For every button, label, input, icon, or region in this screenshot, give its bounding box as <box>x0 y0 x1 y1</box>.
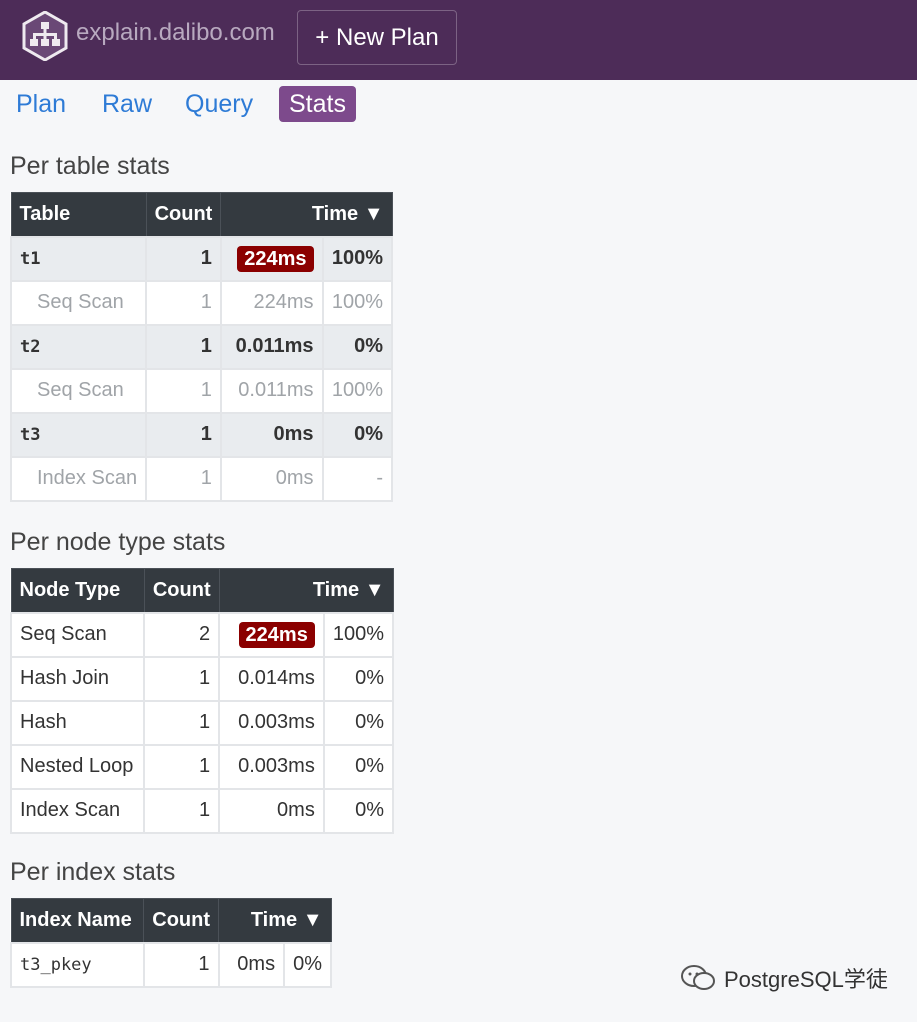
count-cell: 1 <box>143 743 221 790</box>
percent-cell: 100% <box>321 235 394 282</box>
time-cell: 0.011ms <box>219 367 324 414</box>
table-row[interactable]: Hash Join 1 0.014ms 0% <box>9 655 395 702</box>
brand-link[interactable]: explain.dalibo.com <box>76 19 275 47</box>
time-cell: 0ms <box>218 787 325 834</box>
column-header-table[interactable]: Table <box>10 192 147 237</box>
table-stats-heading: Per table stats <box>10 152 170 180</box>
node-type-cell: Hash Join <box>9 655 146 702</box>
column-header-time[interactable]: Time ▼ <box>220 192 393 237</box>
node-type-cell: Hash <box>9 699 146 746</box>
count-cell: 1 <box>145 411 222 458</box>
index-stats-table: Index Name Count Time ▼ t3_pkey 1 0ms 0% <box>10 898 332 988</box>
tab-stats[interactable]: Stats <box>279 86 356 122</box>
node-type-cell: Index Scan <box>9 787 146 834</box>
percent-cell: 0% <box>322 787 395 834</box>
column-header-count[interactable]: Count <box>145 192 222 237</box>
table-row[interactable]: Index Scan 1 0ms - <box>9 455 394 502</box>
count-cell: 2 <box>143 611 221 658</box>
column-header-time[interactable]: Time ▼ <box>218 898 332 943</box>
node-type-cell: Index Scan <box>9 455 148 502</box>
new-plan-button[interactable]: + New Plan <box>297 10 457 65</box>
count-cell: 1 <box>143 787 221 834</box>
percent-cell: 0% <box>322 655 395 702</box>
count-cell: 1 <box>142 941 220 988</box>
dalibo-logo-icon[interactable] <box>22 11 68 61</box>
time-cell: 224ms <box>218 611 325 658</box>
percent-cell: 100% <box>321 279 394 326</box>
column-header-count[interactable]: Count <box>143 898 220 943</box>
count-cell: 1 <box>143 655 221 702</box>
tab-query[interactable]: Query <box>175 86 263 122</box>
table-row[interactable]: Seq Scan 2 224ms 100% <box>9 611 395 658</box>
table-stats-table: Table Count Time ▼ t1 1 224ms 100% Seq S… <box>9 192 394 502</box>
table-name: t1 <box>9 235 148 282</box>
node-stats-heading: Per node type stats <box>10 528 226 556</box>
percent-cell: 0% <box>321 411 394 458</box>
column-header-index-name[interactable]: Index Name <box>10 898 145 943</box>
table-name: t2 <box>9 323 148 370</box>
count-cell: 1 <box>145 235 222 282</box>
count-cell: 1 <box>145 455 222 502</box>
time-cell: 0ms <box>219 411 324 458</box>
index-stats-heading: Per index stats <box>10 858 176 886</box>
table-row[interactable]: t2 1 0.011ms 0% <box>9 323 394 370</box>
node-type-cell: Seq Scan <box>9 367 148 414</box>
percent-cell: - <box>321 455 394 502</box>
watermark: PostgreSQL学徒 <box>680 962 888 994</box>
percent-cell: 0% <box>322 743 395 790</box>
time-cell: 0.003ms <box>218 743 325 790</box>
percent-cell: 100% <box>321 367 394 414</box>
count-cell: 1 <box>143 699 221 746</box>
percent-cell: 0% <box>283 941 332 988</box>
count-cell: 1 <box>145 323 222 370</box>
tab-plan[interactable]: Plan <box>6 86 76 122</box>
time-cell: 224ms <box>219 235 324 282</box>
table-row[interactable]: Seq Scan 1 0.011ms 100% <box>9 367 394 414</box>
time-cell: 0ms <box>217 941 286 988</box>
time-cell: 0.014ms <box>218 655 325 702</box>
time-cell: 0ms <box>219 455 324 502</box>
table-row[interactable]: t1 1 224ms 100% <box>9 235 394 282</box>
node-type-cell: Nested Loop <box>9 743 146 790</box>
percent-cell: 100% <box>322 611 395 658</box>
index-name-cell: t3_pkey <box>10 941 145 988</box>
node-stats-table: Node Type Count Time ▼ Seq Scan 2 224ms … <box>9 568 395 834</box>
count-cell: 1 <box>145 279 222 326</box>
table-row[interactable]: Nested Loop 1 0.003ms 0% <box>9 743 395 790</box>
watermark-text: PostgreSQL学徒 <box>724 967 888 992</box>
wechat-icon <box>681 965 715 990</box>
table-row[interactable]: Index Scan 1 0ms 0% <box>9 787 395 834</box>
percent-cell: 0% <box>322 699 395 746</box>
table-row[interactable]: Hash 1 0.003ms 0% <box>9 699 395 746</box>
table-row[interactable]: t3_pkey 1 0ms 0% <box>10 941 332 988</box>
column-header-time[interactable]: Time ▼ <box>218 568 394 613</box>
navbar: explain.dalibo.com + New Plan <box>0 0 917 80</box>
node-type-cell: Seq Scan <box>9 279 148 326</box>
table-row[interactable]: Seq Scan 1 224ms 100% <box>9 279 394 326</box>
table-row[interactable]: t3 1 0ms 0% <box>9 411 394 458</box>
time-cell: 0.003ms <box>218 699 325 746</box>
column-header-node-type[interactable]: Node Type <box>10 568 145 613</box>
column-header-count[interactable]: Count <box>143 568 220 613</box>
table-name: t3 <box>9 411 148 458</box>
tab-raw[interactable]: Raw <box>92 86 162 122</box>
node-type-cell: Seq Scan <box>9 611 146 658</box>
time-cell: 0.011ms <box>219 323 324 370</box>
time-cell: 224ms <box>219 279 324 326</box>
count-cell: 1 <box>145 367 222 414</box>
percent-cell: 0% <box>321 323 394 370</box>
time-badge: 224ms <box>238 621 315 648</box>
time-badge: 224ms <box>237 245 314 272</box>
